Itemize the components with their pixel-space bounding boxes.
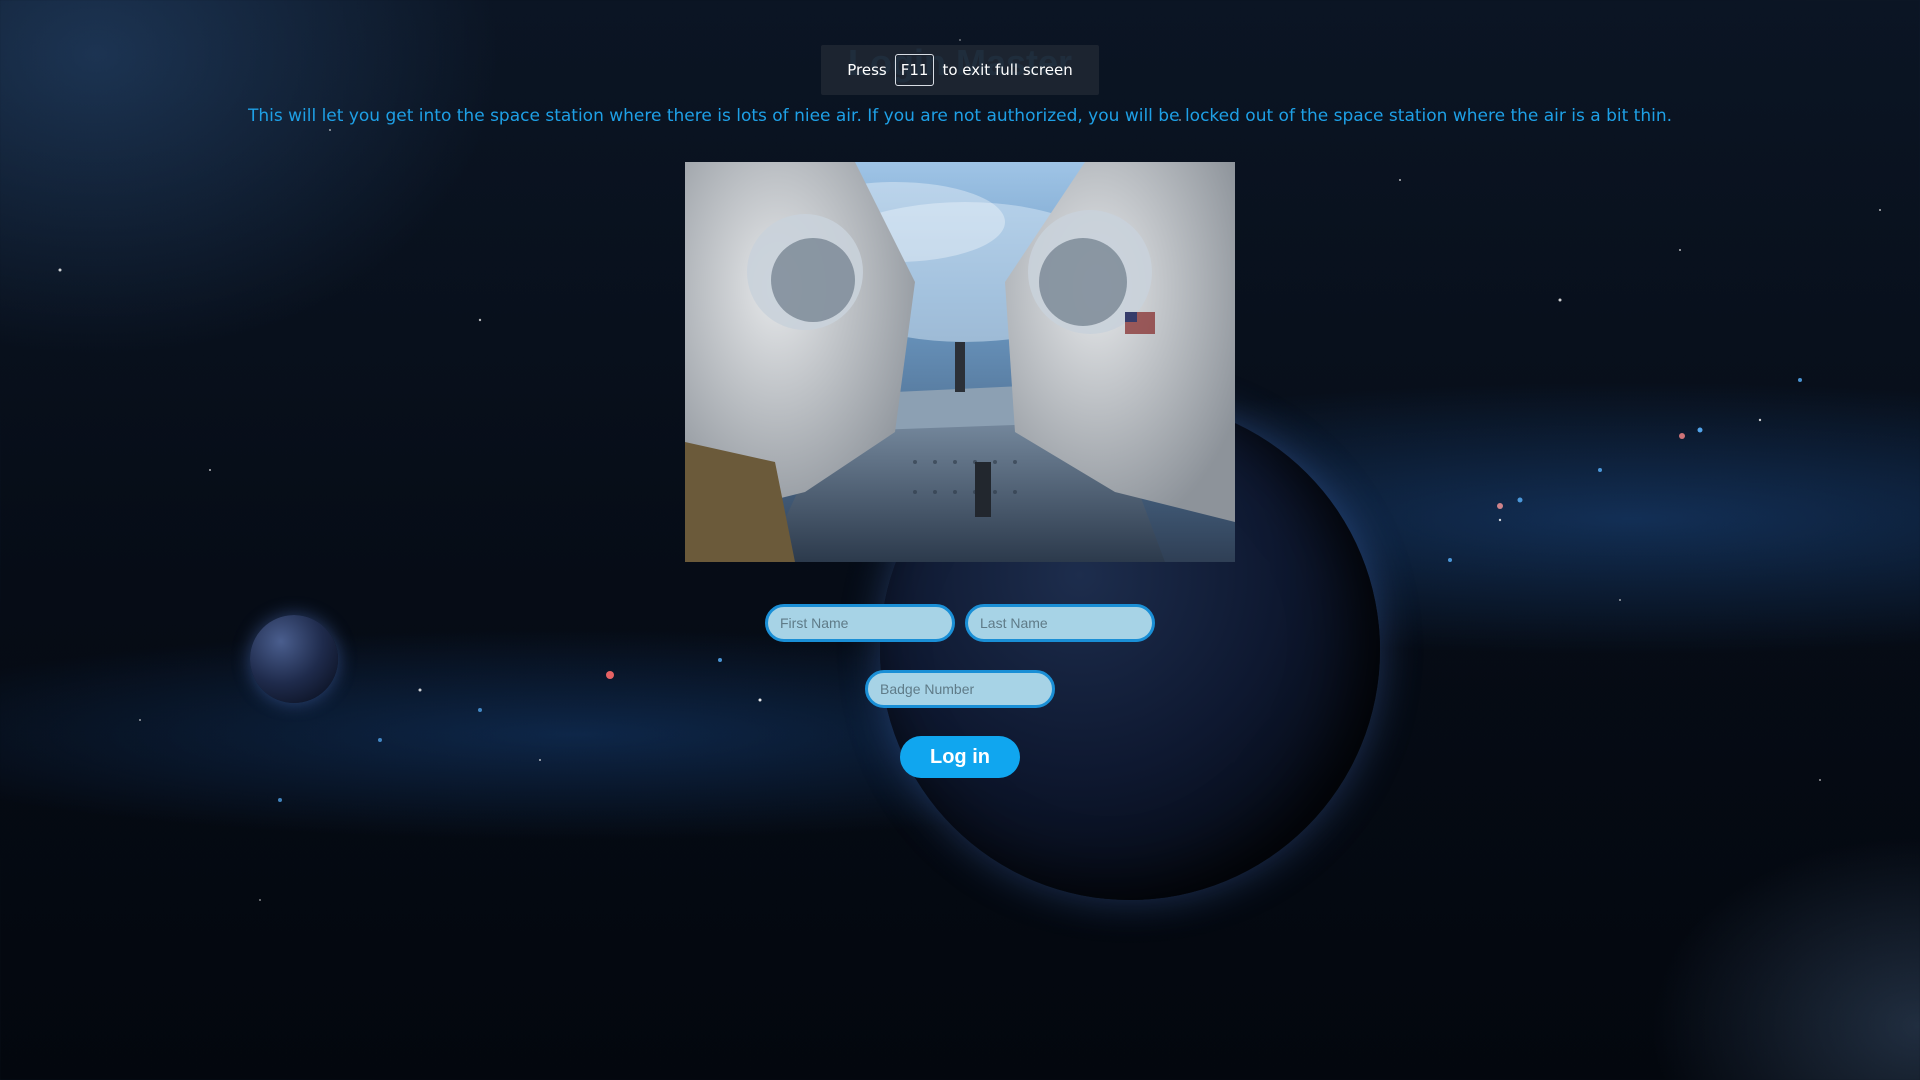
login-button[interactable]: Log in — [900, 736, 1020, 778]
fullscreen-exit-notice: Press F11 to exit full screen — [821, 45, 1099, 95]
first-name-input[interactable] — [765, 604, 955, 642]
page-description: This will let you get into the space sta… — [247, 106, 1673, 126]
badge-number-input[interactable] — [865, 670, 1055, 708]
login-form: Log in — [0, 604, 1920, 778]
fullscreen-press-label: Press — [847, 61, 887, 79]
astronauts-spacewalk-image — [685, 162, 1235, 562]
fullscreen-exit-label: to exit full screen — [942, 61, 1073, 79]
f11-key-badge: F11 — [894, 54, 935, 86]
last-name-input[interactable] — [965, 604, 1155, 642]
